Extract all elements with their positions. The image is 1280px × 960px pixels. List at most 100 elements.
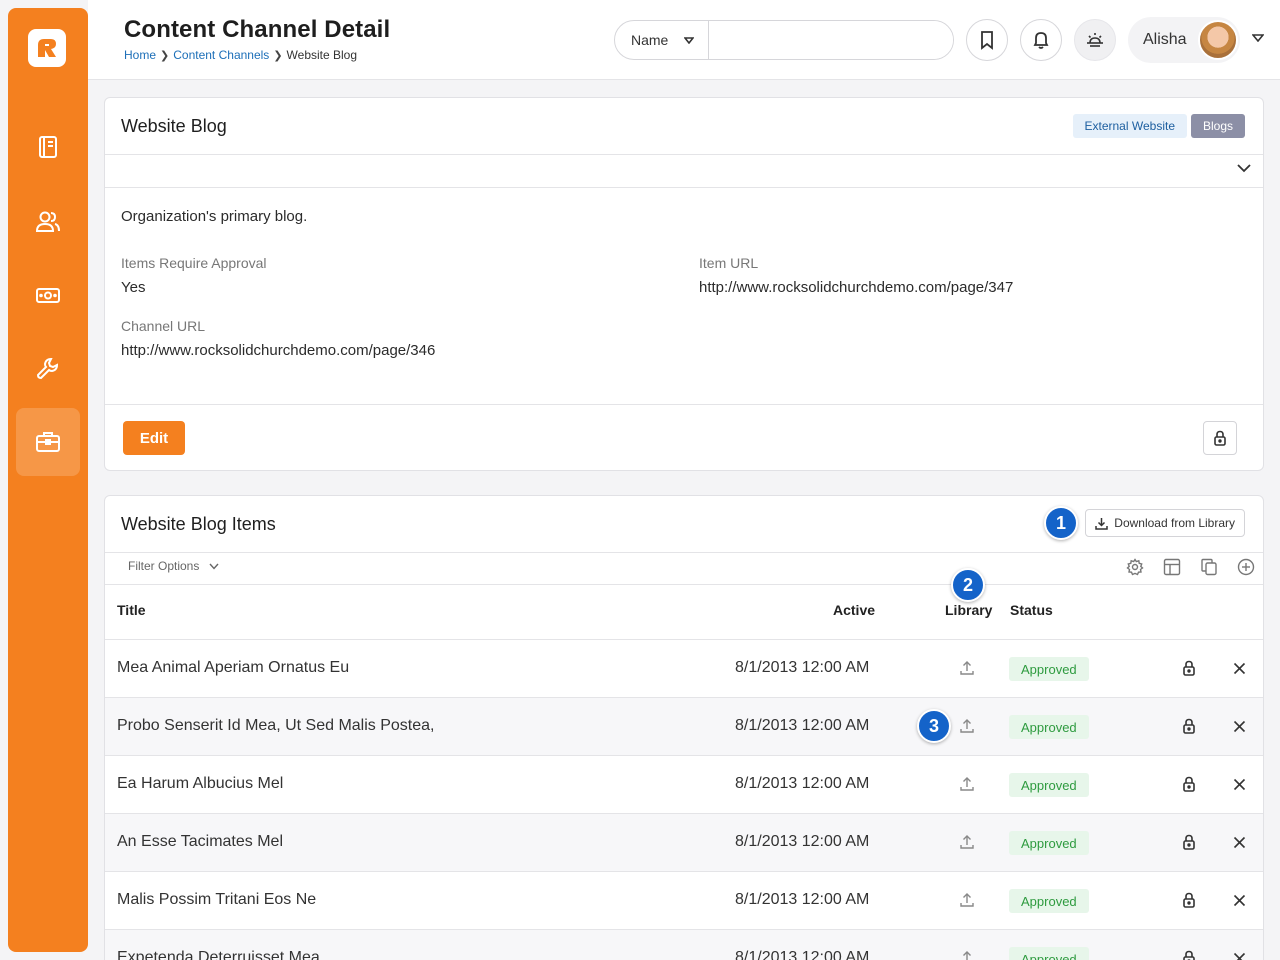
- top-header: Content Channel Detail Home ❯ Content Ch…: [88, 0, 1280, 80]
- edit-button[interactable]: Edit: [123, 421, 185, 455]
- upload-icon[interactable]: [957, 832, 977, 852]
- table-row[interactable]: An Esse Tacimates Mel 8/1/2013 12:00 AM …: [105, 813, 1263, 871]
- approval-value: Yes: [121, 279, 146, 296]
- channel-url-value: http://www.rocksolidchurchdemo.com/page/…: [121, 342, 436, 359]
- grid-toolbar: Filter Options: [105, 551, 1263, 583]
- page-title: Content Channel Detail: [124, 16, 391, 43]
- close-icon[interactable]: [1229, 658, 1249, 678]
- search-input[interactable]: [709, 21, 953, 59]
- upload-icon[interactable]: [957, 774, 977, 794]
- breadcrumb-content-channels[interactable]: Content Channels: [173, 48, 269, 62]
- items-card: Website Blog Items Download from Library…: [104, 495, 1264, 960]
- chevron-down-icon[interactable]: [1237, 164, 1251, 173]
- table-row[interactable]: Malis Possim Tritani Eos Ne 8/1/2013 12:…: [105, 871, 1263, 929]
- sunrise-icon: [1087, 33, 1103, 47]
- theme-toggle-button[interactable]: [1074, 19, 1116, 61]
- close-icon[interactable]: [1229, 774, 1249, 794]
- bell-icon: [1033, 32, 1049, 49]
- chevron-down-icon: [209, 563, 219, 570]
- copy-icon[interactable]: [1198, 556, 1220, 578]
- item-active-date: 8/1/2013 12:00 AM: [735, 891, 870, 908]
- item-active-date: 8/1/2013 12:00 AM: [735, 775, 870, 792]
- bookmark-icon: [981, 31, 993, 50]
- add-circle-icon[interactable]: [1235, 556, 1257, 578]
- item-active-date: 8/1/2013 12:00 AM: [735, 949, 870, 960]
- divider: [105, 154, 1263, 155]
- callout-badge-1: 1: [1044, 506, 1078, 540]
- item-active-date: 8/1/2013 12:00 AM: [735, 659, 870, 676]
- avatar: [1198, 20, 1238, 60]
- callout-badge-3: 3: [917, 709, 951, 743]
- filter-options-label: Filter Options: [128, 559, 200, 573]
- lock-icon[interactable]: [1179, 890, 1199, 910]
- search-type-label: Name: [631, 32, 669, 48]
- nav-finance-icon[interactable]: [16, 261, 80, 329]
- caret-down-icon[interactable]: [1252, 34, 1264, 42]
- divider: [105, 584, 1263, 585]
- item-title: Malis Possim Tritani Eos Ne: [117, 891, 317, 908]
- table-row[interactable]: Mea Animal Aperiam Ornatus Eu 8/1/2013 1…: [105, 639, 1263, 697]
- item-title: An Esse Tacimates Mel: [117, 833, 283, 850]
- caret-down-icon: [684, 36, 695, 44]
- close-icon[interactable]: [1229, 948, 1249, 960]
- column-header-active[interactable]: Active: [833, 602, 875, 618]
- close-icon[interactable]: [1229, 832, 1249, 852]
- item-url-label: Item URL: [699, 255, 759, 271]
- notifications-button[interactable]: [1020, 19, 1062, 61]
- channel-url-label: Channel URL: [121, 318, 206, 334]
- upload-icon[interactable]: [957, 890, 977, 910]
- search-bar: Name: [614, 20, 954, 60]
- filter-options-toggle[interactable]: Filter Options: [128, 559, 219, 573]
- download-from-library-button[interactable]: Download from Library: [1085, 509, 1245, 537]
- rock-logo-icon: [38, 39, 56, 57]
- upload-icon[interactable]: [957, 658, 977, 678]
- close-icon[interactable]: [1229, 716, 1249, 736]
- chevron-right-icon: ❯: [160, 49, 170, 62]
- rock-logo[interactable]: [28, 29, 66, 67]
- item-active-date: 8/1/2013 12:00 AM: [735, 833, 870, 850]
- download-icon: [1095, 517, 1109, 530]
- item-title: Ea Harum Albucius Mel: [117, 775, 284, 792]
- settings-gear-icon[interactable]: [1124, 556, 1146, 578]
- security-button[interactable]: [1203, 421, 1237, 455]
- lock-icon[interactable]: [1179, 716, 1199, 736]
- nav-tools-icon[interactable]: [16, 335, 80, 403]
- lock-icon[interactable]: [1179, 658, 1199, 678]
- nav-people-icon[interactable]: [16, 188, 80, 256]
- upload-icon[interactable]: [957, 716, 977, 736]
- items-title: Website Blog Items: [121, 514, 276, 534]
- breadcrumb-home[interactable]: Home: [124, 48, 156, 62]
- column-header-status[interactable]: Status: [1010, 602, 1053, 618]
- chevron-right-icon: ❯: [273, 49, 283, 62]
- table-row[interactable]: Ea Harum Albucius Mel 8/1/2013 12:00 AM …: [105, 755, 1263, 813]
- column-header-library: Library: [945, 602, 993, 618]
- nav-briefcase-icon[interactable]: [16, 408, 80, 476]
- divider: [105, 404, 1263, 405]
- channel-description: Organization's primary blog.: [121, 208, 308, 225]
- breadcrumb: Home ❯ Content Channels ❯ Website Blog: [124, 48, 357, 62]
- search-type-select[interactable]: Name: [615, 21, 709, 59]
- breadcrumb-current: Website Blog: [286, 48, 358, 62]
- upload-icon[interactable]: [957, 948, 977, 960]
- approval-label: Items Require Approval: [121, 255, 267, 271]
- column-layout-icon[interactable]: [1161, 556, 1183, 578]
- close-icon[interactable]: [1229, 890, 1249, 910]
- user-menu[interactable]: Alisha: [1128, 17, 1240, 63]
- channel-detail-card: Website Blog External Website Blogs Orga…: [104, 97, 1264, 471]
- nav-notebook-icon[interactable]: [16, 113, 80, 181]
- lock-icon[interactable]: [1179, 948, 1199, 960]
- status-badge: Approved: [1009, 947, 1089, 960]
- divider: [105, 187, 1263, 188]
- item-active-date: 8/1/2013 12:00 AM: [735, 717, 870, 734]
- table-row[interactable]: Expetenda Deterruisset Mea 8/1/2013 12:0…: [105, 929, 1263, 960]
- status-badge: Approved: [1009, 773, 1089, 797]
- bookmark-button[interactable]: [966, 19, 1008, 61]
- item-title: Expetenda Deterruisset Mea: [117, 949, 320, 960]
- item-title: Probo Senserit Id Mea, Ut Sed Malis Post…: [117, 717, 435, 734]
- table-row[interactable]: Probo Senserit Id Mea, Ut Sed Malis Post…: [105, 697, 1263, 755]
- lock-icon[interactable]: [1179, 774, 1199, 794]
- sidebar: [8, 8, 88, 952]
- column-header-title[interactable]: Title: [117, 602, 146, 618]
- lock-icon[interactable]: [1179, 832, 1199, 852]
- status-badge: Approved: [1009, 657, 1089, 681]
